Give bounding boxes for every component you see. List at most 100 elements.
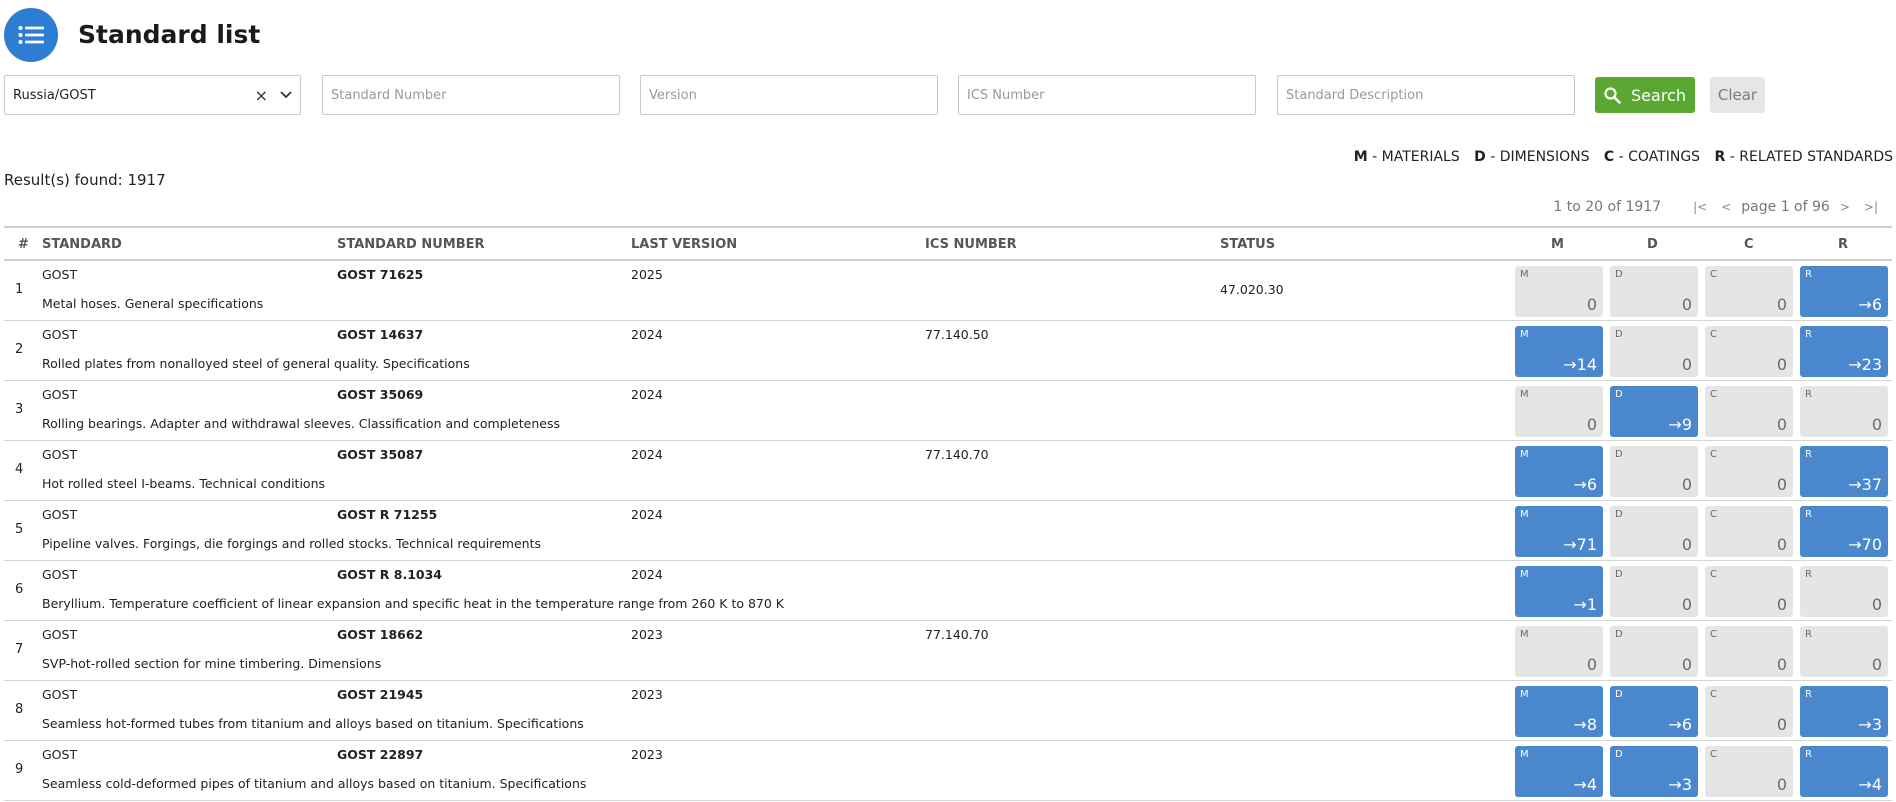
row-number: 5 xyxy=(15,522,24,537)
next-page-icon[interactable]: > xyxy=(1836,200,1854,214)
d-box-value: 0 xyxy=(1681,595,1692,614)
legend-d-key: D xyxy=(1474,149,1486,165)
row-standard-number[interactable]: GOST 18662 xyxy=(337,627,423,642)
c-count-box: C0 xyxy=(1705,566,1793,617)
r-count-box[interactable]: R →70 xyxy=(1800,506,1888,557)
row-last-version: 2025 xyxy=(631,267,663,282)
d-count-box[interactable]: D →3 xyxy=(1610,746,1698,797)
chevron-down-icon[interactable] xyxy=(280,91,292,99)
row-standard-number[interactable]: GOST 35087 xyxy=(337,447,423,462)
r-count-box[interactable]: R →37 xyxy=(1800,446,1888,497)
standard-description-input[interactable] xyxy=(1286,87,1566,103)
table-row[interactable]: 9 GOST Seamless cold-deformed pipes of tit… xyxy=(4,741,1892,801)
d-box-label: D xyxy=(1615,389,1623,400)
r-count-box: R0 xyxy=(1800,626,1888,677)
row-standard-number[interactable]: GOST 14637 xyxy=(337,327,423,342)
row-number: 9 xyxy=(15,762,24,777)
d-count-box: D0 xyxy=(1610,446,1698,497)
r-box-value: →6 xyxy=(1858,295,1882,314)
table-row[interactable]: 5 GOST Pipeline valves. Forgings, die forg… xyxy=(4,501,1892,561)
search-button[interactable]: Search xyxy=(1595,77,1695,113)
row-last-version: 2023 xyxy=(631,627,663,642)
m-box-value: →71 xyxy=(1563,535,1597,554)
row-description: Beryllium. Temperature coefficient of li… xyxy=(42,596,784,611)
row-standard: GOST xyxy=(42,627,78,642)
row-standard: GOST xyxy=(42,387,78,402)
col-header-status: STATUS xyxy=(1220,237,1276,252)
search-button-label: Search xyxy=(1631,85,1686,105)
d-box-value: 0 xyxy=(1681,655,1692,674)
row-standard-number[interactable]: GOST R 8.1034 xyxy=(337,567,442,582)
row-standard-number[interactable]: GOST 22897 xyxy=(337,747,423,762)
r-box-label: R xyxy=(1805,269,1812,280)
c-count-box: C0 xyxy=(1705,626,1793,677)
m-count-box[interactable]: M →6 xyxy=(1515,446,1603,497)
table-row[interactable]: 2 GOST Rolled plates from nonalloyed steel… xyxy=(4,321,1892,381)
row-standard-number[interactable]: GOST 35069 xyxy=(337,387,423,402)
clear-selection-icon[interactable]: × xyxy=(255,86,268,105)
r-count-box[interactable]: R →23 xyxy=(1800,326,1888,377)
d-count-box[interactable]: D →6 xyxy=(1610,686,1698,737)
search-icon xyxy=(1604,86,1621,104)
clear-button[interactable]: Clear xyxy=(1710,77,1765,113)
table-row[interactable]: 8 GOST Seamless hot-formed tubes from tita… xyxy=(4,681,1892,741)
version-input[interactable] xyxy=(649,87,929,103)
results-count: Result(s) found: 1917 xyxy=(4,171,166,189)
row-standard-number[interactable]: GOST 21945 xyxy=(337,687,423,702)
col-header-num: # xyxy=(18,237,29,252)
d-box-label: D xyxy=(1615,449,1623,460)
ics-number-input[interactable] xyxy=(967,87,1247,103)
m-count-box[interactable]: M →4 xyxy=(1515,746,1603,797)
legend-d-text: - DIMENSIONS xyxy=(1490,149,1590,165)
table-row[interactable]: 3 GOST Rolling bearings. Adapter and withd… xyxy=(4,381,1892,441)
m-count-box[interactable]: M →14 xyxy=(1515,326,1603,377)
d-count-box[interactable]: D →9 xyxy=(1610,386,1698,437)
first-page-icon[interactable]: |< xyxy=(1689,200,1711,214)
r-box-label: R xyxy=(1805,749,1812,760)
c-box-label: C xyxy=(1710,389,1717,400)
c-box-label: C xyxy=(1710,449,1717,460)
prev-page-icon[interactable]: < xyxy=(1717,200,1735,214)
last-page-icon[interactable]: >| xyxy=(1860,200,1882,214)
standard-description-field xyxy=(1277,75,1575,115)
c-box-label: C xyxy=(1710,749,1717,760)
m-count-box[interactable]: M →8 xyxy=(1515,686,1603,737)
row-standard: GOST xyxy=(42,567,78,582)
row-number: 2 xyxy=(15,342,24,357)
d-box-label: D xyxy=(1615,269,1623,280)
r-box-label: R xyxy=(1805,389,1812,400)
legend-c-key: C xyxy=(1603,149,1615,165)
d-count-box: D0 xyxy=(1610,506,1698,557)
m-count-box[interactable]: M →1 xyxy=(1515,566,1603,617)
table-row[interactable]: 6 GOST Beryllium. Temperature coefficient … xyxy=(4,561,1892,621)
r-count-box[interactable]: R →4 xyxy=(1800,746,1888,797)
m-box-label: M xyxy=(1520,269,1529,280)
d-box-label: D xyxy=(1615,329,1623,340)
standards-table: # STANDARD STANDARD NUMBER LAST VERSION … xyxy=(4,226,1892,801)
row-last-version: 2023 xyxy=(631,747,663,762)
r-count-box[interactable]: R →6 xyxy=(1800,266,1888,317)
c-box-label: C xyxy=(1710,509,1717,520)
table-row[interactable]: 4 GOST Hot rolled steel I-beams. Technical… xyxy=(4,441,1892,501)
row-standard: GOST xyxy=(42,267,78,282)
row-standard: GOST xyxy=(42,327,78,342)
table-row[interactable]: 1 GOST Metal hoses. General specifications… xyxy=(4,261,1892,321)
c-count-box: C0 xyxy=(1705,266,1793,317)
c-box-label: C xyxy=(1710,689,1717,700)
standard-number-input[interactable] xyxy=(331,87,611,103)
m-count-box[interactable]: M →71 xyxy=(1515,506,1603,557)
r-box-label: R xyxy=(1805,329,1812,340)
table-row[interactable]: 7 GOST SVP-hot-rolled section for mine tim… xyxy=(4,621,1892,681)
list-menu-button[interactable] xyxy=(4,7,58,62)
row-description: Metal hoses. General specifications xyxy=(42,296,264,311)
row-standard-number[interactable]: GOST 71625 xyxy=(337,267,423,282)
ics-number-field xyxy=(958,75,1256,115)
c-box-value: 0 xyxy=(1776,775,1787,794)
m-box-label: M xyxy=(1520,509,1529,520)
r-box-value: 0 xyxy=(1871,655,1882,674)
row-standard: GOST xyxy=(42,447,78,462)
d-count-box: D0 xyxy=(1610,626,1698,677)
country-select[interactable]: Russia/GOST × xyxy=(4,75,301,115)
r-count-box[interactable]: R →3 xyxy=(1800,686,1888,737)
row-standard-number[interactable]: GOST R 71255 xyxy=(337,507,437,522)
